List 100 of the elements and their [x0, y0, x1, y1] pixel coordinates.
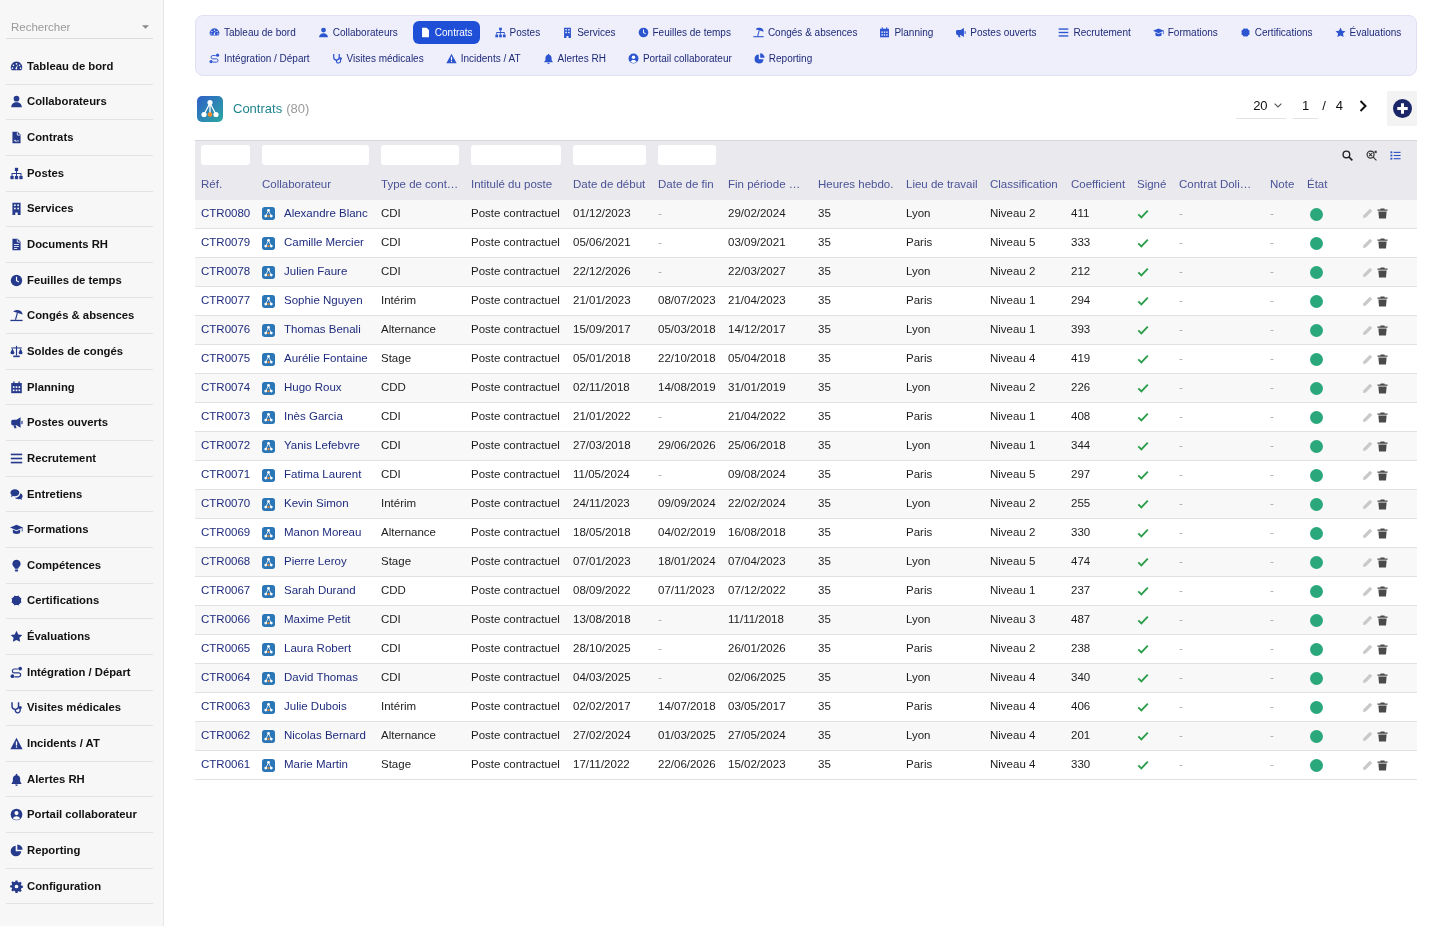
- sidebar-item[interactable]: Compétences: [6, 547, 153, 584]
- employee-link[interactable]: Sarah Durand: [284, 582, 356, 600]
- nav-tab[interactable]: Reporting: [746, 47, 820, 70]
- nav-tab[interactable]: Portail collaborateur: [620, 47, 739, 70]
- sidebar-item[interactable]: Postes: [6, 155, 153, 192]
- sidebar-item[interactable]: Collaborateurs: [6, 84, 153, 121]
- page-input[interactable]: 1: [1293, 93, 1319, 119]
- column-header[interactable]: Note: [1264, 169, 1301, 200]
- contract-link[interactable]: CTR0079: [201, 236, 251, 249]
- trash-icon[interactable]: [1377, 730, 1388, 742]
- employee-link[interactable]: Sophie Nguyen: [284, 292, 363, 310]
- column-header[interactable]: Fin période …: [722, 169, 812, 200]
- trash-icon[interactable]: [1377, 440, 1388, 452]
- employee-link[interactable]: David Thomas: [284, 669, 358, 687]
- column-header[interactable]: Coefficient: [1065, 169, 1131, 200]
- nav-tab[interactable]: Formations: [1145, 21, 1225, 44]
- nav-tab[interactable]: Feuilles de temps: [630, 21, 738, 44]
- column-header[interactable]: Classification: [984, 169, 1065, 200]
- nav-tab[interactable]: Alertes RH: [535, 47, 613, 70]
- trash-icon[interactable]: [1377, 556, 1388, 568]
- column-header[interactable]: Réf.: [195, 169, 256, 200]
- search-icon[interactable]: [1342, 149, 1353, 161]
- sidebar-item[interactable]: Incidents / AT: [6, 726, 153, 762]
- employee-link[interactable]: Julie Dubois: [284, 698, 347, 716]
- sidebar-item[interactable]: Alertes RH: [6, 761, 153, 798]
- nav-tab[interactable]: Postes: [487, 21, 548, 44]
- trash-icon[interactable]: [1377, 382, 1388, 394]
- nav-tab[interactable]: Collaborateurs: [310, 21, 405, 44]
- sidebar-item[interactable]: Évaluations: [6, 619, 153, 655]
- trash-icon[interactable]: [1377, 324, 1388, 336]
- column-header[interactable]: Signé: [1131, 169, 1173, 200]
- nav-tab[interactable]: Certifications: [1232, 21, 1320, 44]
- trash-icon[interactable]: [1377, 672, 1388, 684]
- search-field[interactable]: Rechercher: [6, 15, 153, 39]
- column-header[interactable]: Date de début: [567, 169, 652, 200]
- sidebar-item[interactable]: Documents RH: [6, 227, 153, 263]
- contract-link[interactable]: CTR0074: [201, 381, 251, 394]
- trash-icon[interactable]: [1377, 498, 1388, 510]
- employee-link[interactable]: Aurélie Fontaine: [284, 350, 368, 368]
- sidebar-item[interactable]: Portail collaborateur: [6, 797, 153, 834]
- sidebar-item[interactable]: Soldes de congés: [6, 334, 153, 370]
- employee-link[interactable]: Thomas Benali: [284, 321, 361, 339]
- contract-link[interactable]: CTR0066: [201, 613, 251, 626]
- nav-tab[interactable]: Contrats: [412, 21, 480, 44]
- employee-link[interactable]: Kevin Simon: [284, 495, 349, 513]
- nav-tab[interactable]: Recrutement: [1051, 21, 1138, 44]
- sidebar-item[interactable]: Congés & absences: [6, 298, 153, 335]
- trash-icon[interactable]: [1377, 237, 1388, 249]
- nav-tab[interactable]: Postes ouverts: [948, 21, 1044, 44]
- trash-icon[interactable]: [1377, 585, 1388, 597]
- employee-link[interactable]: Yanis Lefebvre: [284, 437, 360, 455]
- nav-tab[interactable]: Planning: [872, 21, 941, 44]
- employee-link[interactable]: Nicolas Bernard: [284, 727, 366, 745]
- employee-link[interactable]: Alexandre Blanc: [284, 205, 368, 223]
- trash-icon[interactable]: [1377, 643, 1388, 655]
- sidebar-item[interactable]: Entretiens: [6, 476, 153, 513]
- contract-link[interactable]: CTR0070: [201, 497, 251, 510]
- column-header[interactable]: Collaborateur: [256, 169, 375, 200]
- trash-icon[interactable]: [1377, 295, 1388, 307]
- contract-link[interactable]: CTR0078: [201, 265, 251, 278]
- list-icon[interactable]: [1390, 149, 1401, 161]
- sidebar-item[interactable]: Planning: [6, 369, 153, 406]
- employee-link[interactable]: Marie Martin: [284, 756, 348, 774]
- column-header[interactable]: Contrat Doli…: [1173, 169, 1264, 200]
- nav-tab[interactable]: Congés & absences: [745, 21, 865, 44]
- sidebar-item[interactable]: Postes ouverts: [6, 405, 153, 442]
- trash-icon[interactable]: [1377, 266, 1388, 278]
- employee-link[interactable]: Manon Moreau: [284, 524, 362, 542]
- employee-link[interactable]: Pierre Leroy: [284, 553, 347, 571]
- column-header[interactable]: Lieu de travail: [900, 169, 984, 200]
- add-button[interactable]: [1387, 91, 1417, 126]
- contract-link[interactable]: CTR0065: [201, 642, 251, 655]
- sidebar-item[interactable]: Feuilles de temps: [6, 262, 153, 299]
- nav-tab[interactable]: Tableau de bord: [202, 21, 303, 44]
- employee-link[interactable]: Camille Mercier: [284, 234, 364, 252]
- trash-icon[interactable]: [1377, 353, 1388, 365]
- trash-icon[interactable]: [1377, 411, 1388, 423]
- sidebar-item[interactable]: Certifications: [6, 583, 153, 620]
- employee-link[interactable]: Fatima Laurent: [284, 466, 362, 484]
- contract-link[interactable]: CTR0073: [201, 410, 251, 423]
- sidebar-item[interactable]: Tableau de bord: [6, 49, 153, 85]
- trash-icon[interactable]: [1377, 614, 1388, 626]
- sidebar-item[interactable]: Visites médicales: [6, 690, 153, 727]
- employee-link[interactable]: Hugo Roux: [284, 379, 342, 397]
- nav-tab[interactable]: Visites médicales: [324, 47, 431, 70]
- trash-icon[interactable]: [1377, 527, 1388, 539]
- column-header[interactable]: Intitulé du poste: [465, 169, 567, 200]
- nav-tab[interactable]: Intégration / Départ: [202, 47, 317, 70]
- column-header[interactable]: Date de fin: [652, 169, 722, 200]
- contract-link[interactable]: CTR0069: [201, 526, 251, 539]
- sidebar-item[interactable]: Intégration / Départ: [6, 654, 153, 691]
- employee-link[interactable]: Julien Faure: [284, 263, 348, 281]
- employee-link[interactable]: Laura Robert: [284, 640, 352, 658]
- clear-filter-icon[interactable]: [1366, 149, 1377, 161]
- nav-tab[interactable]: Incidents / AT: [438, 47, 528, 70]
- page-size-select[interactable]: 20: [1236, 93, 1287, 119]
- column-header[interactable]: Heures hebdo.: [812, 169, 900, 200]
- contract-link[interactable]: CTR0076: [201, 323, 251, 336]
- contract-link[interactable]: CTR0071: [201, 468, 251, 481]
- sidebar-item[interactable]: Reporting: [6, 833, 153, 869]
